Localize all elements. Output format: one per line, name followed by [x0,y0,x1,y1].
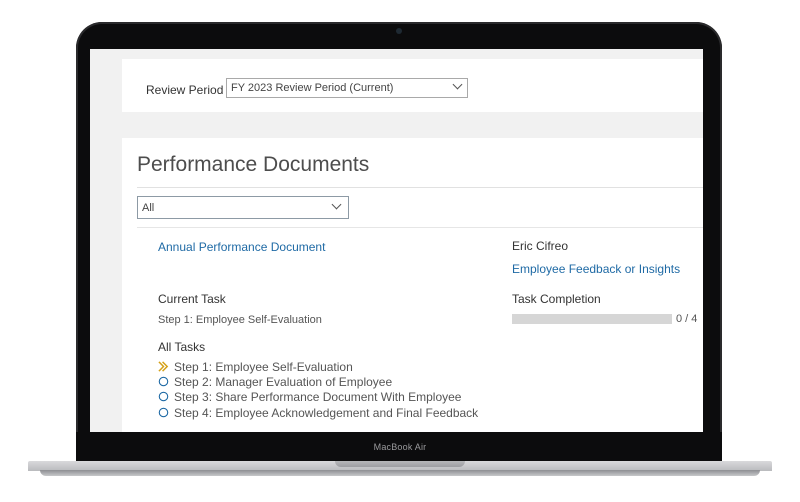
document-filter-select[interactable]: All [137,196,349,219]
chevron-down-icon [331,199,342,210]
task-label: Step 3: Share Performance Document With … [174,390,462,404]
circle-icon [158,391,169,402]
document-filter-value: All [142,202,155,214]
employee-name: Eric Cifreo [512,239,569,253]
laptop-base-bottom [40,470,760,476]
divider [137,227,703,228]
app-screen: Review Period FY 2023 Review Period (Cur… [90,49,703,432]
review-period-select[interactable]: FY 2023 Review Period (Current) [226,78,468,98]
review-period-value: FY 2023 Review Period (Current) [231,82,394,94]
model-label: MacBook Air [373,442,427,452]
task-completion-progress-bar [512,314,672,324]
task-label: Step 4: Employee Acknowledgement and Fin… [174,406,479,420]
chevron-down-icon [452,79,463,90]
all-tasks-heading: All Tasks [158,340,206,354]
review-period-label: Review Period [146,83,224,97]
circle-icon [158,407,169,418]
camera [396,28,402,34]
task-label: Step 2: Manager Evaluation of Employee [174,375,393,389]
divider [137,187,703,188]
current-step-chevron-icon [158,361,169,372]
employee-feedback-link[interactable]: Employee Feedback or Insights [512,262,680,276]
laptop-mockup: Review Period FY 2023 Review Period (Cur… [0,0,800,502]
current-task-value: Step 1: Employee Self-Evaluation [158,314,322,326]
circle-icon [158,376,169,387]
task-label: Step 1: Employee Self-Evaluation [174,360,353,374]
annual-performance-document-link[interactable]: Annual Performance Document [158,240,325,254]
page-title: Performance Documents [137,153,370,176]
laptop-open-notch [335,461,465,467]
current-task-heading: Current Task [158,292,226,306]
task-completion-heading: Task Completion [512,292,601,306]
task-completion-count: 0 / 4 [676,313,698,325]
